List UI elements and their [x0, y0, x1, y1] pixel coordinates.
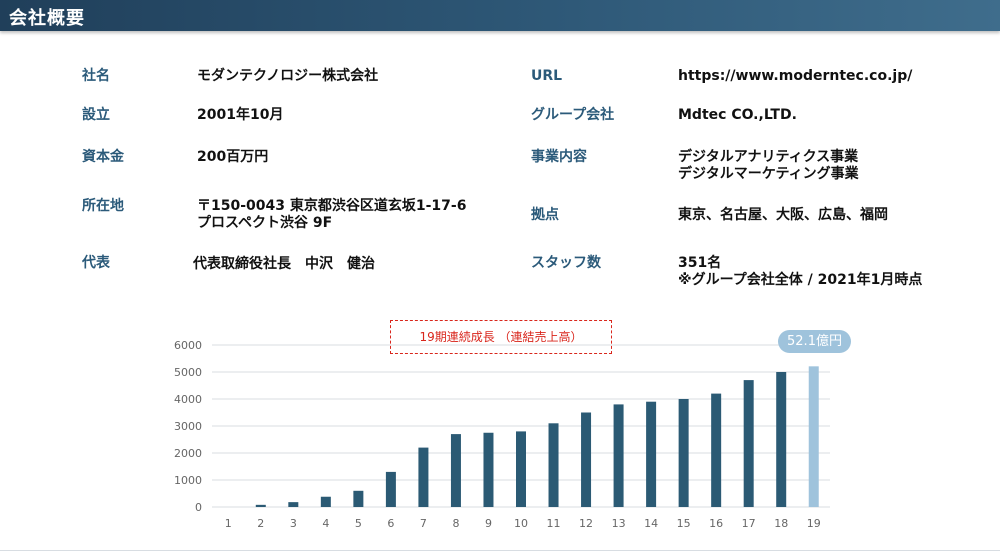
x-tick-label: 13	[612, 517, 626, 530]
bar	[288, 502, 299, 507]
bar	[743, 380, 754, 507]
x-tick-label: 17	[742, 517, 756, 530]
x-tick-label: 10	[514, 517, 528, 530]
bar	[483, 432, 494, 507]
bar	[581, 412, 592, 507]
bar	[353, 490, 364, 507]
x-tick-label: 16	[709, 517, 723, 530]
y-tick-label: 0	[195, 501, 202, 514]
x-tick-label: 8	[452, 517, 459, 530]
x-tick-label: 9	[485, 517, 492, 530]
x-tick-label: 6	[387, 517, 394, 530]
x-tick-label: 14	[644, 517, 658, 530]
x-tick-label: 15	[677, 517, 691, 530]
x-tick-label: 7	[420, 517, 427, 530]
bar	[776, 372, 787, 507]
bar	[385, 471, 396, 507]
chart-note-box: 19期連続成長 （連結売上高）	[390, 320, 612, 354]
bar	[418, 447, 429, 507]
x-tick-label: 1	[225, 517, 232, 530]
revenue-bar-chart: 01000200030004000500060001 2 3 4 5 6 7 8 9 10 11 12…	[174, 339, 830, 530]
latest-value-badge: 52.1億円	[778, 330, 851, 353]
bar	[255, 504, 266, 507]
bottom-divider	[0, 550, 1000, 551]
x-tick-label: 5	[355, 517, 362, 530]
bar	[613, 404, 624, 507]
x-tick-label: 19	[807, 517, 821, 530]
x-tick-label: 11	[547, 517, 561, 530]
bar	[678, 399, 689, 507]
x-tick-label: 4	[322, 517, 329, 530]
y-tick-label: 5000	[174, 366, 202, 379]
y-tick-label: 6000	[174, 339, 202, 352]
bar	[516, 431, 526, 507]
x-tick-label: 2	[257, 517, 264, 530]
x-tick-label: 18	[774, 517, 788, 530]
bar	[450, 434, 461, 507]
y-tick-label: 2000	[174, 447, 202, 460]
x-tick-label: 3	[290, 517, 297, 530]
y-tick-label: 1000	[174, 474, 202, 487]
bar	[646, 401, 657, 507]
y-tick-label: 4000	[174, 393, 202, 406]
bar	[320, 496, 331, 507]
x-tick-label: 12	[579, 517, 593, 530]
bar	[711, 393, 722, 507]
bar	[808, 366, 819, 507]
bar	[548, 423, 559, 507]
y-tick-label: 3000	[174, 420, 202, 433]
